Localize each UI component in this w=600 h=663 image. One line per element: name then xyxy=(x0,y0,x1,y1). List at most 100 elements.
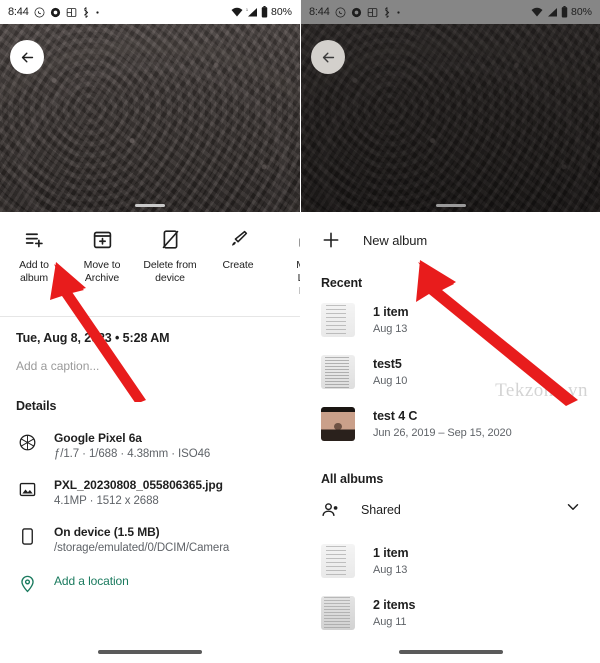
detail-subtitle: ƒ/1.7 · 1/688 · 4.38mm · ISO46 xyxy=(54,448,211,460)
record-icon xyxy=(50,7,61,18)
album-text: test 4 C Jun 26, 2019 – Sep 15, 2020 xyxy=(373,409,512,439)
battery-icon xyxy=(261,6,268,18)
sheet-grabber-right-outer[interactable] xyxy=(301,204,600,207)
album-picker-sheet: New album Recent 1 item Aug 13 test5 Aug… xyxy=(301,212,600,663)
shared-label: Shared xyxy=(361,502,401,517)
back-arrow-icon xyxy=(21,52,33,62)
bluetooth-icon xyxy=(383,6,391,18)
album-thumbnail xyxy=(321,303,355,337)
detail-title: On device (1.5 MB) xyxy=(54,525,160,539)
action-move-to-archive[interactable]: Move to Archive xyxy=(68,228,136,298)
album-row[interactable]: 1 item Aug 13 xyxy=(301,294,600,346)
gesture-nav-bar-right[interactable] xyxy=(301,641,600,663)
shared-row[interactable]: Shared xyxy=(301,486,600,531)
status-time: 8:44 xyxy=(309,6,330,18)
album-text: test5 Aug 10 xyxy=(373,357,407,387)
album-title: 1 item xyxy=(373,546,409,560)
action-move-to-locked-folder[interactable]: MovLocFol xyxy=(272,228,300,298)
recent-section-title: Recent xyxy=(321,276,363,290)
location-pin-icon xyxy=(16,572,38,593)
whatsapp-icon xyxy=(34,7,45,18)
detail-text: Google Pixel 6a ƒ/1.7 · 1/688 · 4.38mm ·… xyxy=(54,431,210,460)
all-albums-list: 1 item Aug 13 2 items Aug 11 xyxy=(301,531,600,639)
photo-preview-right[interactable] xyxy=(301,24,600,212)
action-add-to-album[interactable]: Add to album xyxy=(0,228,68,298)
album-thumbnail xyxy=(321,407,355,441)
record-icon xyxy=(351,7,362,18)
dot-icon xyxy=(95,10,100,15)
status-bar-left: 8:44 1 80% xyxy=(0,0,300,24)
album-row[interactable]: test 4 C Jun 26, 2019 – Sep 15, 2020 xyxy=(301,398,600,450)
album-subtitle: Jun 26, 2019 – Sep 15, 2020 xyxy=(373,427,512,439)
back-button-left[interactable] xyxy=(10,40,44,74)
photo-datetime: Tue, Aug 8, 2023 • 5:28 AM xyxy=(16,331,170,345)
back-button-right[interactable] xyxy=(311,40,345,74)
screenshot-icon xyxy=(66,7,77,18)
image-icon xyxy=(16,478,38,499)
svg-text:1: 1 xyxy=(246,8,248,12)
chevron-down-icon[interactable] xyxy=(564,498,582,521)
action-label: Move to Archive xyxy=(83,259,121,284)
action-row: Add to album Move to Archive Delete from de… xyxy=(0,212,300,306)
album-row[interactable]: 2 items Aug 11 xyxy=(301,587,600,639)
signal-icon xyxy=(546,7,558,18)
nav-pill[interactable] xyxy=(398,650,503,654)
nav-pill[interactable] xyxy=(98,650,202,654)
bluetooth-icon xyxy=(82,6,90,18)
wifi-icon xyxy=(531,7,543,18)
caption-input[interactable]: Add a caption... xyxy=(16,359,284,373)
plus-icon xyxy=(321,230,341,250)
back-arrow-icon xyxy=(322,52,334,62)
album-thumbnail xyxy=(321,355,355,389)
status-bar-right-group: 1 80% xyxy=(231,6,292,18)
album-subtitle: Aug 13 xyxy=(373,564,408,576)
new-album-row[interactable]: New album xyxy=(301,212,600,250)
delete-device-icon xyxy=(160,228,181,250)
sheet-grabber-left-outer[interactable] xyxy=(0,204,300,207)
screenshot-icon xyxy=(367,7,378,18)
add-location-label[interactable]: Add a location xyxy=(54,572,129,588)
detail-row-camera[interactable]: Google Pixel 6a ƒ/1.7 · 1/688 · 4.38mm ·… xyxy=(0,413,300,460)
left-phone-screen: 8:44 1 80% Add to album Move to Archive … xyxy=(0,0,300,663)
album-text: 1 item Aug 13 xyxy=(373,546,409,576)
action-label: Add to album xyxy=(19,259,49,284)
people-icon xyxy=(321,500,341,520)
dual-screenshot-container: 8:44 1 80% Add to album Move to Archive … xyxy=(0,0,600,663)
wifi-icon xyxy=(231,7,243,18)
dot-icon xyxy=(396,10,401,15)
album-text: 2 items Aug 11 xyxy=(373,598,415,628)
playlist-add-icon xyxy=(24,228,45,250)
recent-albums-list: 1 item Aug 13 test5 Aug 10 test 4 C Jun … xyxy=(301,290,600,450)
detail-row-file[interactable]: PXL_20230808_055806365.jpg 4.1MP · 1512 … xyxy=(0,460,300,507)
locked-folder-icon xyxy=(296,228,300,250)
album-title: 2 items xyxy=(373,598,416,612)
album-subtitle: Aug 13 xyxy=(373,323,408,335)
photo-preview-left[interactable] xyxy=(0,24,300,212)
new-album-label: New album xyxy=(363,232,428,248)
details-section-title: Details xyxy=(16,399,57,413)
detail-text: On device (1.5 MB) /storage/emulated/0/D… xyxy=(54,525,229,554)
battery-percent: 80% xyxy=(270,6,292,18)
album-row[interactable]: 1 item Aug 13 xyxy=(301,535,600,587)
photo-info-block: Tue, Aug 8, 2023 • 5:28 AM Add a caption… xyxy=(0,317,300,373)
watermark: Tekzone.vn xyxy=(495,380,588,401)
action-create[interactable]: Create xyxy=(204,228,272,298)
detail-row-add-location[interactable]: Add a location xyxy=(0,554,300,593)
status-time: 8:44 xyxy=(8,6,29,18)
detail-title: PXL_20230808_055806365.jpg xyxy=(54,478,223,492)
action-delete-from-device[interactable]: Delete from device xyxy=(136,228,204,298)
detail-row-storage[interactable]: On device (1.5 MB) /storage/emulated/0/D… xyxy=(0,507,300,554)
signal-icon: 1 xyxy=(246,7,258,18)
status-bar-left-group: 8:44 xyxy=(8,6,100,18)
detail-text: PXL_20230808_055806365.jpg 4.1MP · 1512 … xyxy=(54,478,223,507)
whatsapp-icon xyxy=(335,7,346,18)
status-bar-right: 8:44 80% xyxy=(301,0,600,24)
album-title: 1 item xyxy=(373,305,409,319)
album-subtitle: Aug 11 xyxy=(373,616,407,628)
aperture-icon xyxy=(16,431,38,452)
battery-icon xyxy=(561,6,568,18)
brush-icon xyxy=(228,228,249,250)
gesture-nav-bar-left[interactable] xyxy=(0,641,300,663)
album-thumbnail xyxy=(321,544,355,578)
battery-percent: 80% xyxy=(570,6,592,18)
